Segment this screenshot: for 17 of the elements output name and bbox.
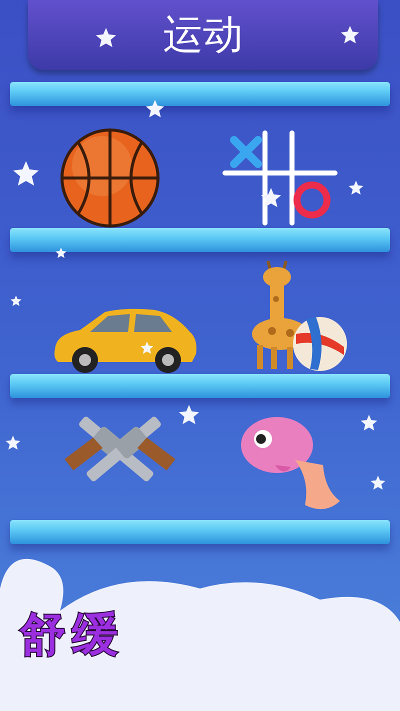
star-icon	[10, 294, 22, 307]
star-icon	[348, 180, 364, 196]
star-icon	[5, 434, 21, 451]
star-icon	[140, 340, 154, 355]
tagline: 舒缓	[18, 606, 124, 663]
star-icon	[145, 98, 165, 119]
star-icon	[178, 404, 200, 426]
star-icon	[340, 24, 360, 45]
star-icon	[95, 26, 117, 49]
star-icon	[260, 186, 282, 209]
star-icon	[370, 474, 386, 491]
title-banner[interactable]: 运动	[28, 0, 378, 70]
star-icon	[12, 160, 40, 188]
star-icon	[55, 246, 67, 259]
star-icon	[360, 414, 378, 432]
tic-tac-toe-drawing[interactable]	[220, 128, 340, 228]
basketball-drawing[interactable]	[60, 128, 160, 228]
